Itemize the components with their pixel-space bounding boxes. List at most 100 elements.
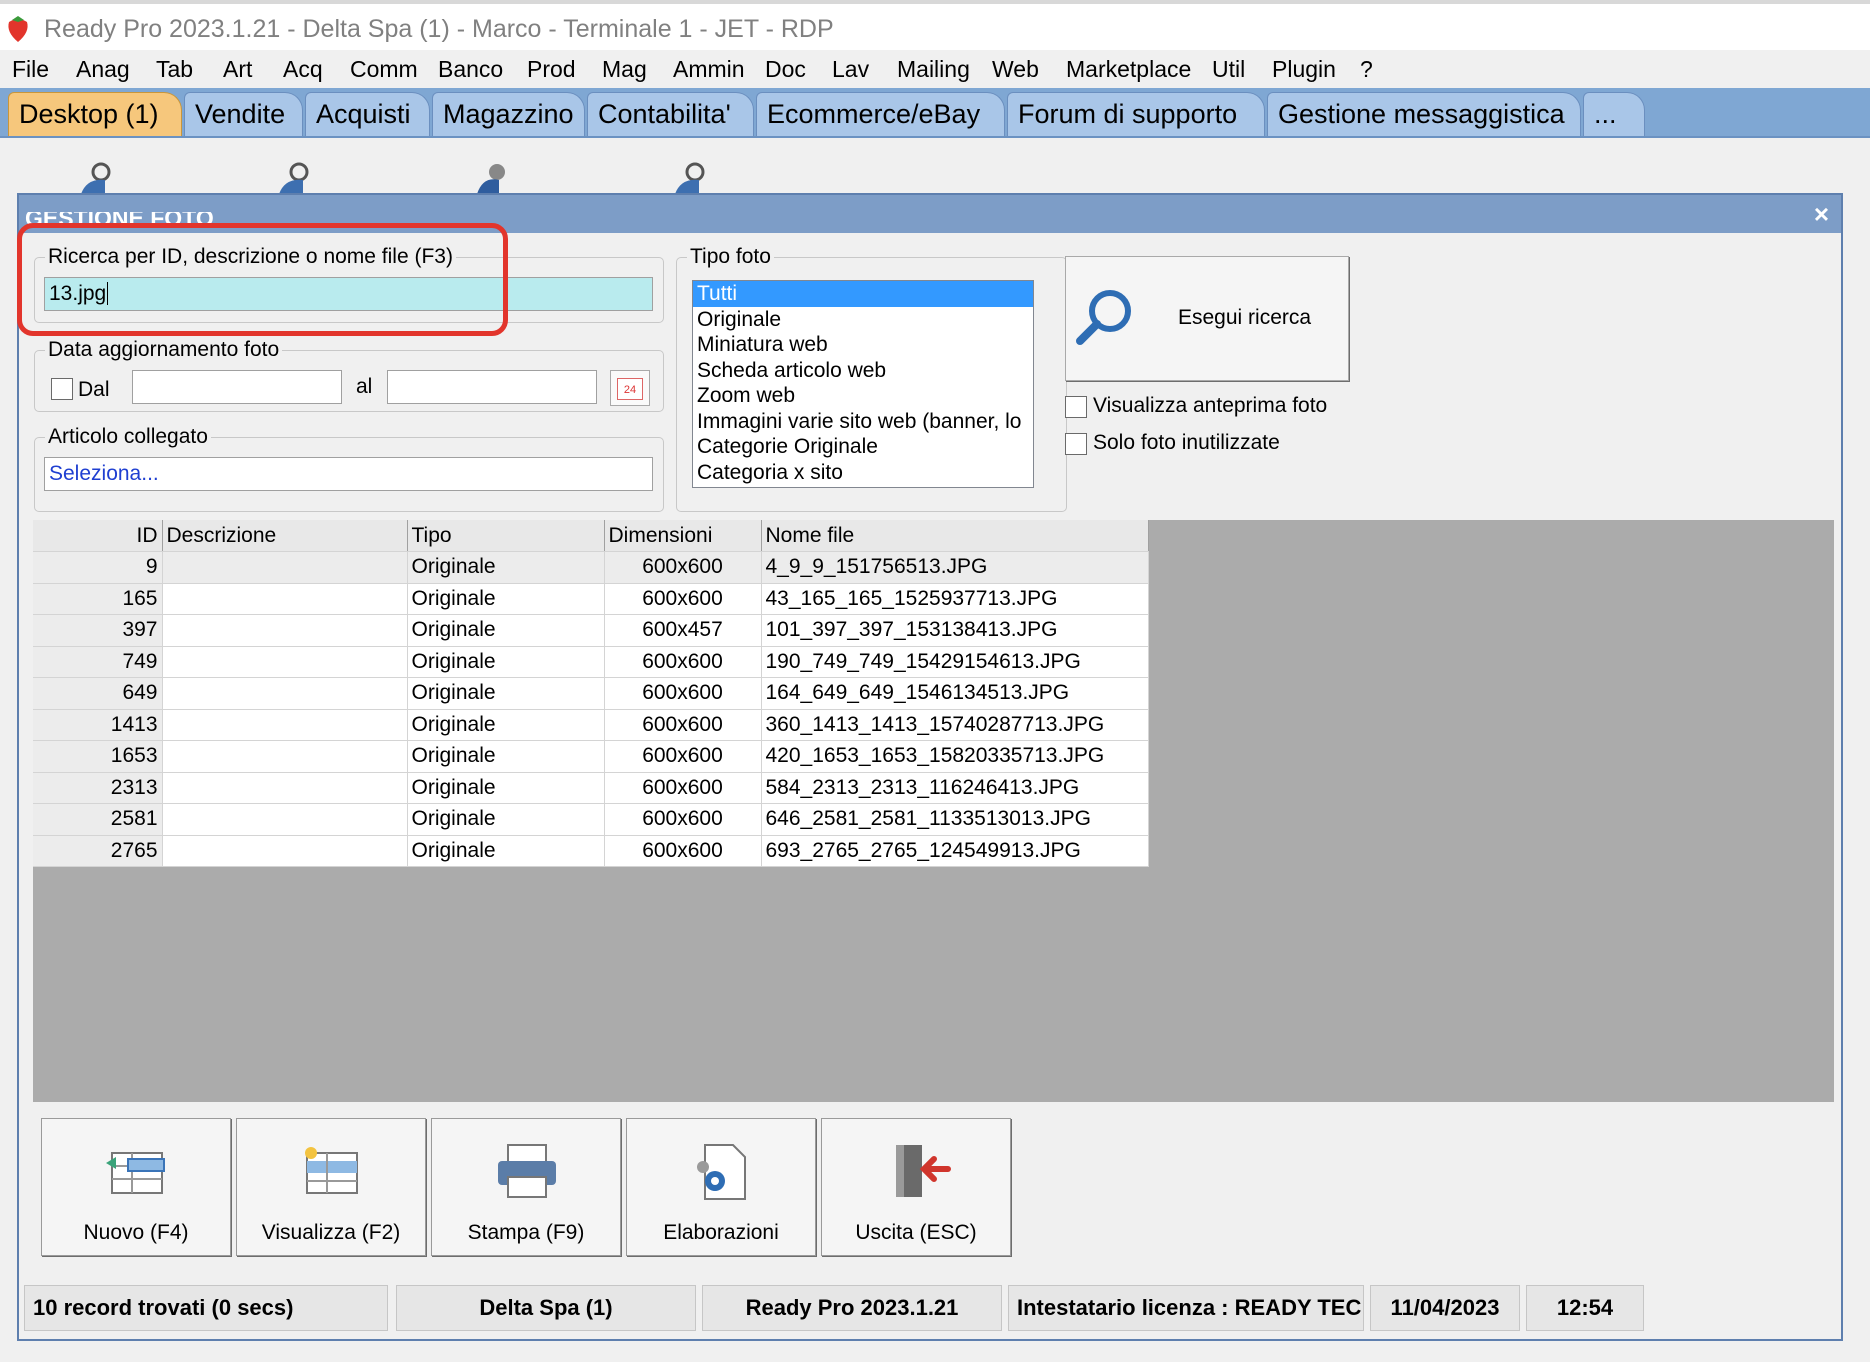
table-row[interactable]: 649 Originale 600x600 164_649_649_154613451… [33,677,1149,710]
photo-type-option[interactable]: Zoom web [693,383,1033,409]
column-header-nome-file[interactable]: Nome file [761,520,1149,552]
user-icon[interactable] [275,162,315,194]
visualizza-button[interactable]: Visualizza (F2) [236,1118,426,1256]
document-gear-icon [697,1144,746,1200]
photo-type-option[interactable]: Categoria x sito [693,460,1033,486]
user-icon[interactable] [671,162,711,194]
menu-plugin[interactable]: Plugin [1272,56,1336,83]
table-row[interactable]: 749 Originale 600x600 190_749_749_154291546… [33,646,1149,678]
user-icon[interactable] [77,162,117,194]
table-row[interactable]: 1653 Originale 600x600 420_1653_1653_158203… [33,740,1149,773]
table-row[interactable]: 2313 Originale 600x600 584_2313_2313_116246… [33,772,1149,804]
cell-nome-file: 420_1653_1653_15820335713.JPG [761,740,1149,773]
menu-mag[interactable]: Mag [602,56,647,83]
unused-checkbox[interactable] [1065,433,1087,455]
cell-dimensioni: 600x600 [604,646,762,678]
dal-label: Dal [78,378,110,401]
cell-dimensioni: 600x457 [604,614,762,647]
esegui-ricerca-button[interactable]: Esegui ricerca [1065,256,1349,381]
user-icon[interactable] [473,162,513,194]
tab-forum-supporto[interactable]: Forum di supporto [1007,92,1265,136]
menu-prod[interactable]: Prod [527,56,576,83]
menu-anag[interactable]: Anag [76,56,130,83]
cell-tipo: Originale [407,740,605,773]
tab-desktop[interactable]: Desktop (1) [8,92,182,136]
cell-tipo: Originale [407,772,605,804]
menu-comm[interactable]: Comm [350,56,418,83]
menu-help[interactable]: ? [1360,56,1373,83]
calendar-icon: 24 [617,378,643,400]
date-from-field[interactable] [132,370,342,404]
cell-descrizione [162,803,408,836]
column-header-descrizione[interactable]: Descrizione [162,520,408,552]
photo-type-option[interactable]: Categorie Originale [693,434,1033,460]
menu-mailing[interactable]: Mailing [897,56,970,83]
visualizza-label: Visualizza (F2) [261,1221,401,1244]
menu-file[interactable]: File [12,56,49,83]
photo-type-option[interactable]: Tutti [693,281,1033,307]
resize-grip[interactable] [1650,1285,1840,1331]
status-version: Ready Pro 2023.1.21 [702,1285,1002,1331]
cell-dimensioni: 600x600 [604,772,762,804]
cell-descrizione [162,551,408,584]
article-label: Articolo collegato [45,425,211,449]
photo-grid[interactable]: ID Descrizione Tipo Dimensioni Nome file… [33,520,1834,1102]
photo-type-option[interactable]: Immagini varie sito web (banner, lo [693,409,1033,435]
date-to-field[interactable] [387,370,597,404]
cell-id: 2313 [33,772,163,804]
table-row[interactable]: 9 Originale 600x600 4_9_9_151756513.JPG [33,551,1149,584]
menu-marketplace[interactable]: Marketplace [1066,56,1191,83]
column-header-id[interactable]: ID [33,520,163,552]
article-select-field[interactable]: Seleziona... [44,457,653,491]
close-icon[interactable]: × [1814,199,1829,230]
elaborazioni-button[interactable]: Elaborazioni [626,1118,816,1256]
tab-vendite[interactable]: Vendite [184,92,303,136]
menu-tab[interactable]: Tab [156,56,193,83]
menu-doc[interactable]: Doc [765,56,806,83]
menu-banco[interactable]: Banco [438,56,503,83]
dal-checkbox[interactable] [51,378,73,400]
table-row[interactable]: 165 Originale 600x600 43_165_165_1525937713… [33,583,1149,615]
menu-art[interactable]: Art [223,56,252,83]
column-header-tipo[interactable]: Tipo [407,520,605,552]
cell-id: 397 [33,614,163,647]
tab-magazzino[interactable]: Magazzino [432,92,585,136]
menu-ammin[interactable]: Ammin [673,56,745,83]
photo-type-option[interactable]: Originale [693,307,1033,333]
table-row[interactable]: 2765 Originale 600x600 693_2765_2765_124549… [33,835,1149,867]
menu-lav[interactable]: Lav [832,56,869,83]
cell-descrizione [162,709,408,741]
tab-ecommerce-ebay[interactable]: Ecommerce/eBay [756,92,1005,136]
column-header-dimensioni[interactable]: Dimensioni [604,520,762,552]
printer-icon [498,1144,556,1198]
tab-acquisti[interactable]: Acquisti [305,92,430,136]
tab-contabilita[interactable]: Contabilita' [587,92,754,136]
cell-nome-file: 4_9_9_151756513.JPG [761,551,1149,584]
photo-type-option[interactable]: Scheda articolo web [693,358,1033,384]
menu-acq[interactable]: Acq [283,56,323,83]
cell-descrizione [162,835,408,867]
calendar-button[interactable]: 24 [610,370,650,406]
preview-checkbox[interactable] [1065,396,1087,418]
menu-util[interactable]: Util [1212,56,1245,83]
table-row[interactable]: 1413 Originale 600x600 360_1413_1413_157402… [33,709,1149,741]
uscita-button[interactable]: Uscita (ESC) [821,1118,1011,1256]
search-highlight-annotation [17,223,508,336]
new-record-icon [106,1152,165,1194]
cell-id: 1413 [33,709,163,741]
nuovo-button[interactable]: Nuovo (F4) [41,1118,231,1256]
gestione-foto-dialog: GESTIONE FOTO × Ricerca per ID, descrizi… [17,193,1843,1341]
table-row[interactable]: 397 Originale 600x457 101_397_397_153138413… [33,614,1149,647]
stampa-button[interactable]: Stampa (F9) [431,1118,621,1256]
cell-descrizione [162,646,408,678]
photo-type-option[interactable]: Miniatura web [693,332,1033,358]
table-row[interactable]: 2581 Originale 600x600 646_2581_2581_113351… [33,803,1149,836]
status-date: 11/04/2023 [1370,1285,1520,1331]
cell-nome-file: 584_2313_2313_116246413.JPG [761,772,1149,804]
menu-web[interactable]: Web [992,56,1039,83]
status-license: Intestatario licenza : READY TEC [1008,1285,1364,1331]
tab-gestione-messaggistica[interactable]: Gestione messaggistica [1267,92,1581,136]
photo-type-label: Tipo foto [687,245,774,269]
tab-more[interactable]: ... [1583,92,1645,136]
photo-type-list[interactable]: Tutti Originale Miniatura web Scheda art… [692,280,1034,488]
